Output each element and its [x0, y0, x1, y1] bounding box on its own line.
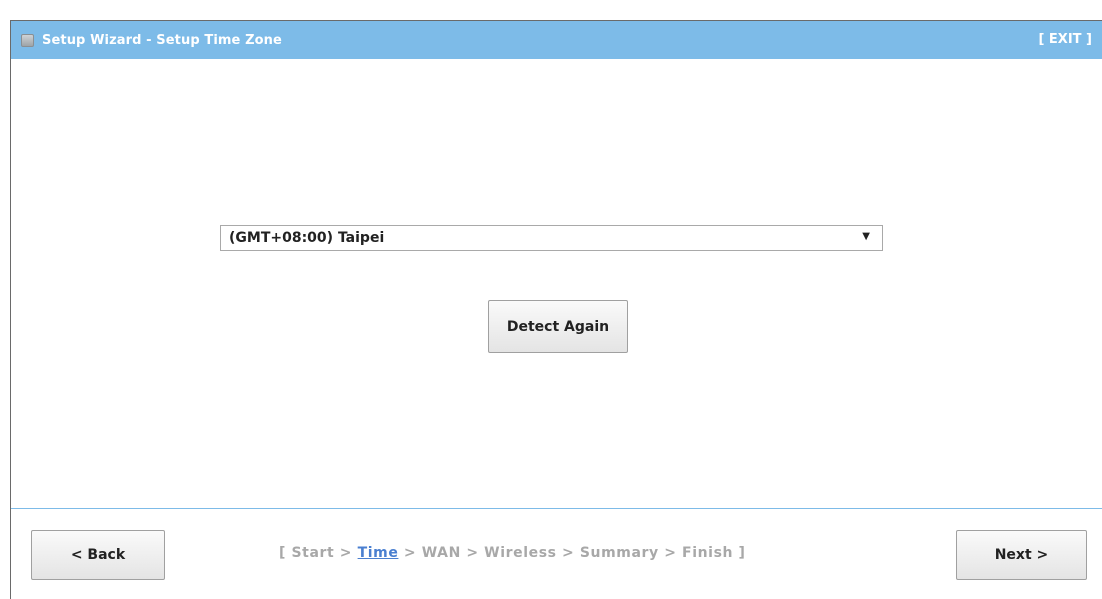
dropdown-arrow-icon: ▼: [862, 231, 870, 242]
exit-link[interactable]: [ EXIT ]: [1038, 32, 1092, 47]
steps-close-bracket: ]: [733, 545, 746, 561]
window-title: Setup Wizard - Setup Time Zone: [42, 32, 282, 48]
next-button[interactable]: Next >: [956, 530, 1087, 580]
step-separator: >: [556, 545, 580, 561]
step-wan: WAN: [421, 545, 461, 561]
step-separator: >: [334, 545, 358, 561]
wizard-steps-breadcrumb: [ Start > Time > WAN > Wireless > Summar…: [279, 545, 746, 561]
back-button[interactable]: < Back: [31, 530, 165, 580]
step-separator: >: [460, 545, 485, 561]
step-summary: Summary: [579, 545, 659, 561]
step-finish: Finish: [682, 545, 734, 561]
timezone-selected-value: (GMT+08:00) Taipei: [229, 230, 385, 246]
steps-open-bracket: [: [279, 545, 292, 561]
title-bar: Setup Wizard - Setup Time Zone [ EXIT ]: [11, 21, 1102, 59]
step-time[interactable]: Time: [358, 545, 399, 561]
page-margin-left: [0, 0, 10, 599]
page-margin-top: [0, 0, 1102, 20]
step-start: Start: [291, 545, 335, 561]
window-icon: [21, 33, 34, 47]
step-separator: >: [398, 545, 422, 561]
step-wireless: Wireless: [484, 545, 557, 561]
timezone-select[interactable]: (GMT+08:00) Taipei ▼: [220, 225, 883, 251]
step-separator: >: [658, 545, 683, 561]
detect-again-button[interactable]: Detect Again: [488, 300, 628, 353]
footer-divider: [11, 508, 1102, 509]
setup-wizard-window: Setup Wizard - Setup Time Zone [ EXIT ] …: [10, 20, 1102, 599]
